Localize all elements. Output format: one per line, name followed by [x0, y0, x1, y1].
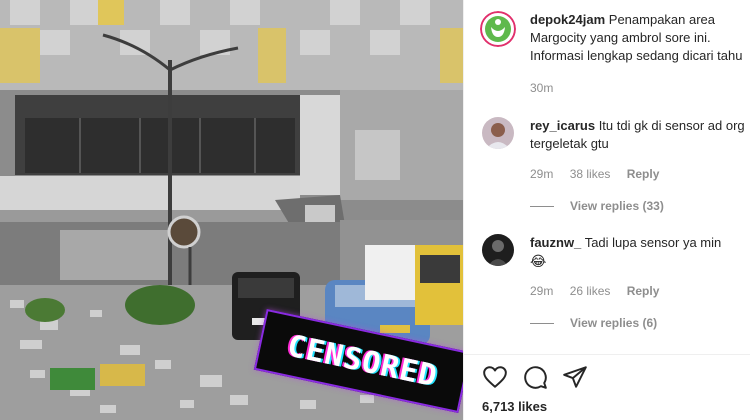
- comment-text-block: fauznw_ Tadi lupa sensor ya min 😂 29m 26…: [530, 234, 750, 300]
- post-side-panel: depok24jam Penampakan area Margocity yan…: [463, 0, 750, 420]
- comment-username[interactable]: rey_icarus: [530, 118, 595, 133]
- view-replies-button[interactable]: View replies (6): [530, 316, 657, 330]
- depok24jam-logo-icon: [480, 11, 516, 47]
- comment-meta: 29m 26 likes Reply: [530, 282, 750, 300]
- brand-avatar[interactable]: [480, 11, 516, 47]
- caption-meta: 30m: [530, 79, 750, 97]
- comment-meta: 29m 38 likes Reply: [530, 165, 750, 183]
- view-replies-button[interactable]: View replies (33): [530, 199, 664, 213]
- replies-divider: [530, 322, 554, 324]
- heart-icon[interactable]: [482, 364, 508, 390]
- avatar[interactable]: [482, 234, 514, 266]
- view-replies-label: View replies (6): [570, 316, 658, 330]
- post-photo[interactable]: CENSORED: [0, 0, 463, 420]
- comment-icon[interactable]: [522, 364, 548, 390]
- post-actions: [482, 364, 588, 390]
- likes-count[interactable]: 6,713 likes: [482, 399, 547, 414]
- replies-divider: [530, 205, 554, 207]
- comment-text-block: rey_icarus Itu tdi gk di sensor ad org t…: [530, 117, 750, 183]
- avatar[interactable]: [482, 117, 514, 149]
- reply-button[interactable]: Reply: [627, 167, 660, 181]
- comment-time[interactable]: 29m: [530, 167, 553, 181]
- caption-username[interactable]: depok24jam: [530, 12, 605, 27]
- user-avatar-icon: [482, 234, 514, 266]
- comment-likes[interactable]: 38 likes: [570, 167, 611, 181]
- user-avatar-icon: [482, 117, 514, 149]
- comment-username[interactable]: fauznw_: [530, 235, 581, 250]
- reply-button[interactable]: Reply: [627, 284, 660, 298]
- comment-text: Tadi lupa sensor ya min: [584, 235, 722, 250]
- comment-likes[interactable]: 26 likes: [570, 284, 611, 298]
- actions-divider: [464, 354, 750, 355]
- view-replies-label: View replies (33): [570, 199, 664, 213]
- caption-time[interactable]: 30m: [530, 81, 553, 95]
- share-icon[interactable]: [562, 364, 588, 390]
- comment-time[interactable]: 29m: [530, 284, 553, 298]
- laughing-emoji: 😂: [530, 253, 547, 269]
- caption-text-block: depok24jam Penampakan area Margocity yan…: [530, 11, 750, 97]
